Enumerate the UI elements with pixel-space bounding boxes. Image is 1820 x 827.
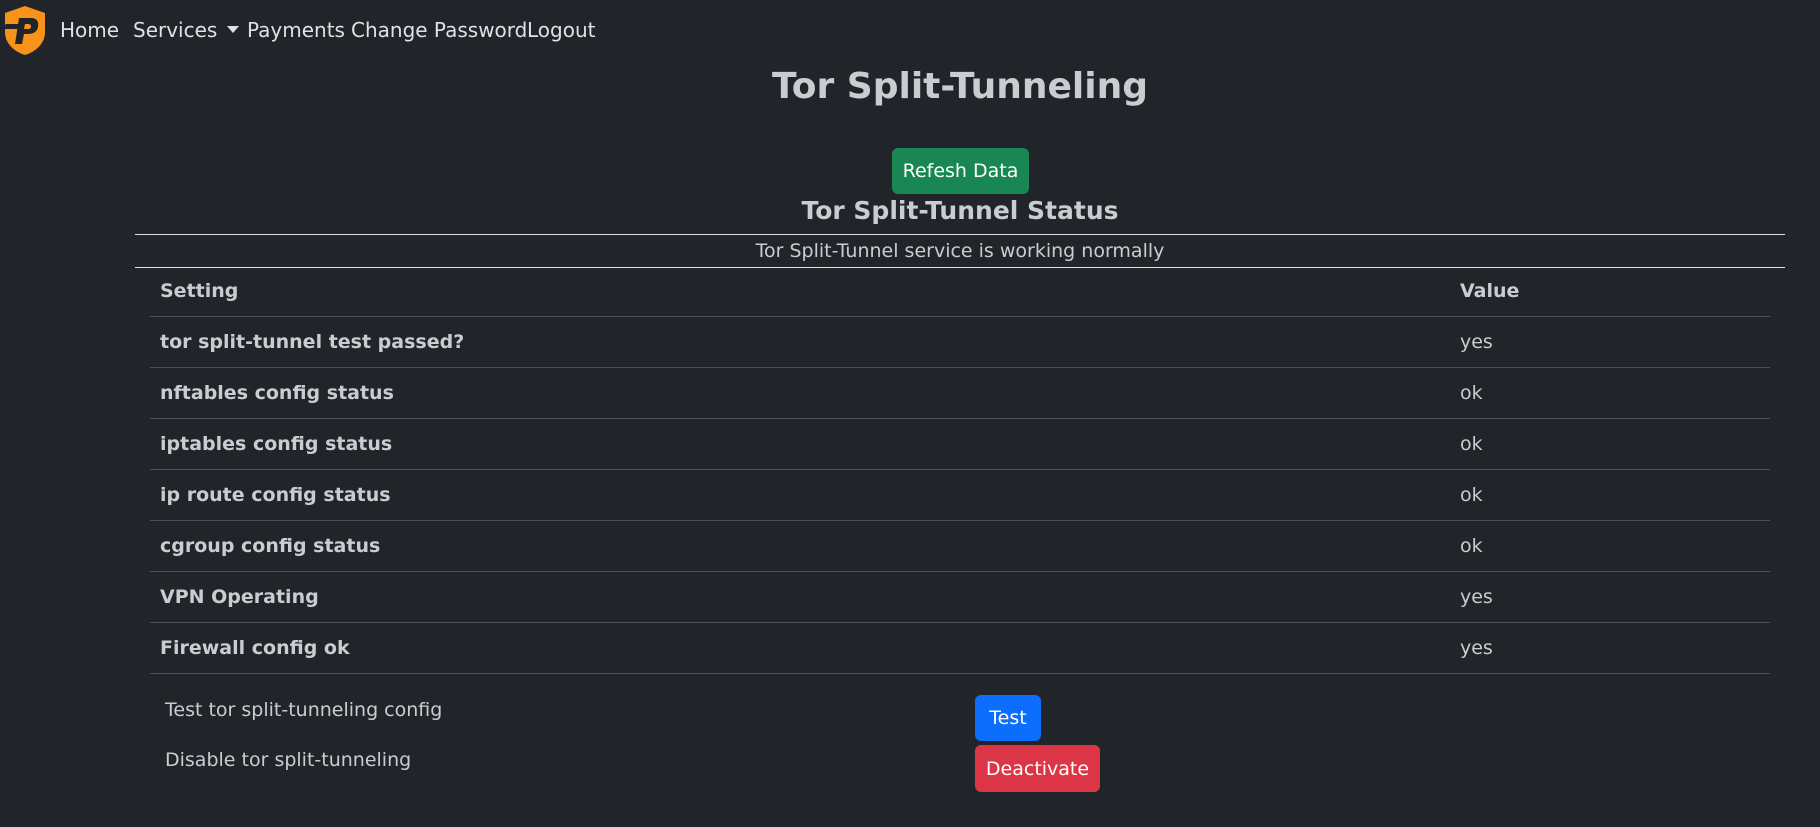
nav-logout[interactable]: Logout (527, 18, 595, 42)
setting-cell: nftables config status (150, 367, 1450, 419)
table-row: nftables config status ok (150, 367, 1770, 419)
page-title: Tor Split-Tunneling (771, 66, 1148, 107)
value-cell: yes (1450, 316, 1770, 368)
table-header-row: Setting Value (150, 266, 1770, 317)
value-cell: yes (1450, 571, 1770, 623)
table-row: iptables config status ok (150, 418, 1770, 470)
table-row: ip route config status ok (150, 469, 1770, 521)
table-row: tor split-tunnel test passed? yes (150, 316, 1770, 368)
test-button[interactable]: Test (975, 695, 1041, 741)
disable-label: Disable tor split-tunneling (165, 749, 412, 771)
setting-cell: cgroup config status (150, 520, 1450, 572)
value-cell: ok (1450, 520, 1770, 572)
setting-cell: iptables config status (150, 418, 1450, 470)
value-cell: ok (1450, 469, 1770, 521)
table-row: VPN Operating yes (150, 571, 1770, 623)
table-row: Firewall config ok yes (150, 622, 1770, 674)
nav-home[interactable]: Home (60, 18, 119, 42)
setting-cell: Firewall config ok (150, 622, 1450, 674)
value-cell: yes (1450, 622, 1770, 674)
nav-payments[interactable]: Payments (247, 18, 345, 42)
value-cell: ok (1450, 367, 1770, 419)
setting-column-header: Setting (150, 266, 1450, 317)
chevron-down-icon (227, 26, 240, 33)
nav-services-dropdown[interactable]: Services (133, 18, 240, 42)
brand-logo-icon[interactable] (2, 4, 48, 56)
setting-cell: ip route config status (150, 469, 1450, 521)
nav-services-label: Services (133, 18, 218, 42)
value-column-header: Value (1450, 266, 1770, 317)
navbar: Home Services Payments Change Password L… (0, 0, 1820, 64)
value-cell: ok (1450, 418, 1770, 470)
nav-change-password[interactable]: Change Password (351, 18, 527, 42)
setting-cell: VPN Operating (150, 571, 1450, 623)
test-config-label: Test tor split-tunneling config (165, 699, 443, 721)
setting-cell: tor split-tunnel test passed? (150, 316, 1450, 368)
table-row: cgroup config status ok (150, 520, 1770, 572)
status-message: Tor Split-Tunnel service is working norm… (135, 234, 1785, 268)
deactivate-button[interactable]: Deactivate (975, 745, 1100, 792)
refresh-data-button[interactable]: Refesh Data (892, 148, 1029, 194)
settings-table: Setting Value tor split-tunnel test pass… (150, 266, 1770, 674)
status-section-title: Tor Split-Tunnel Status (801, 196, 1119, 225)
